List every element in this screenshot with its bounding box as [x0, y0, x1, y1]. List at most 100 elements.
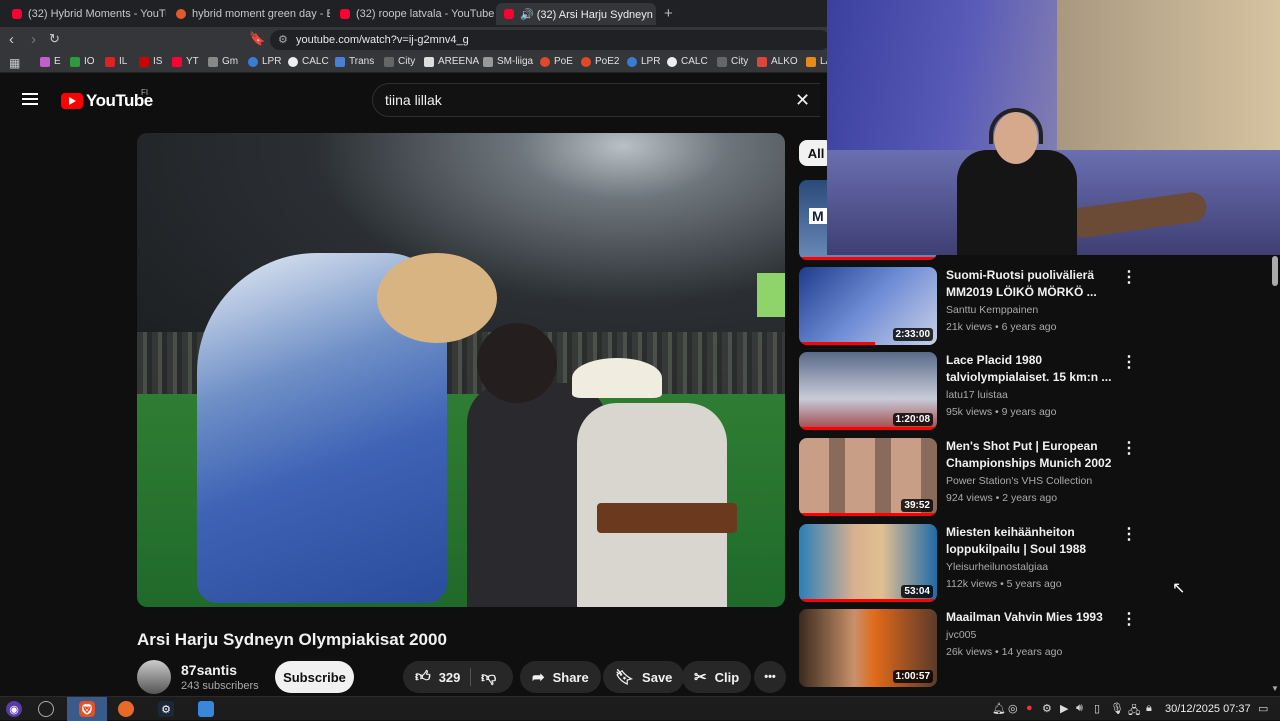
tab-label: (32) Hybrid Moments - YouTube	[28, 8, 166, 20]
bookmark-item[interactable]: AREENA	[424, 56, 479, 67]
recommendation-item[interactable]: 1:00:57 Maailman Vahvin Mies 1993 jvc005…	[799, 609, 1179, 691]
bookmark-item[interactable]: LPR	[627, 56, 660, 67]
apps-grid-icon[interactable]: ▦	[9, 56, 20, 70]
media-play-icon[interactable]: ▶	[1060, 702, 1068, 715]
video-title[interactable]: Maailman Vahvin Mies 1993	[946, 609, 1116, 626]
channel-name[interactable]: Yleisurheilunostalgiaa	[946, 561, 1048, 573]
brave-browser-icon[interactable]: 🦁︎	[79, 701, 95, 717]
forward-icon[interactable]: ›	[31, 31, 36, 48]
bookmark-item[interactable]: Gm	[208, 56, 238, 67]
page-scrollbar[interactable]	[1270, 255, 1280, 695]
channel-name[interactable]: 87santis	[181, 662, 237, 678]
brave-search-favicon-icon	[176, 9, 186, 19]
firefox-icon[interactable]	[118, 701, 134, 717]
more-vert-icon[interactable]: ⋮	[1121, 524, 1137, 544]
bookmark-item[interactable]: City	[384, 56, 415, 67]
region-code: FI	[141, 88, 149, 97]
lock-icon[interactable]: 🔒︎	[1146, 702, 1152, 715]
site-info-icon[interactable]: ⚙	[278, 33, 288, 46]
channel-name[interactable]: Santtu Kemppainen	[946, 304, 1038, 316]
more-vert-icon[interactable]: ⋮	[1121, 352, 1137, 372]
bookmark-item[interactable]: PoE2	[581, 56, 619, 67]
recommendation-item[interactable]: 39:52 Men's Shot Put | European Champion…	[799, 438, 1179, 520]
scrollbar-thumb[interactable]	[1272, 256, 1278, 286]
reload-icon[interactable]: ↻	[49, 31, 60, 47]
bookmark-page-icon[interactable]: 🔖	[249, 31, 265, 47]
microphone-icon[interactable]: 🎙︎	[1110, 702, 1124, 715]
video-meta: 112k views • 5 years ago	[946, 578, 1062, 590]
video-title[interactable]: Lace Placid 1980 talviolympialaiset. 15 …	[946, 352, 1116, 386]
video-duration: 53:04	[901, 585, 933, 598]
show-desktop-icon[interactable]: ▭	[1258, 702, 1268, 715]
bookmark-item[interactable]: IS	[139, 56, 162, 67]
bookmark-item[interactable]: SM-liiga	[483, 56, 533, 67]
bookmark-item[interactable]: ALKO	[757, 56, 798, 67]
search-input[interactable]: tiina lillak	[385, 92, 442, 108]
clipboard-icon[interactable]: ▯	[1094, 702, 1100, 715]
video-title[interactable]: Suomi-Ruotsi puolivälierä MM2019 LÖIKÖ M…	[946, 267, 1116, 301]
hamburger-menu-icon[interactable]	[22, 93, 38, 105]
channel-name[interactable]: latu17 luistaa	[946, 389, 1008, 401]
bookmark-item[interactable]: City	[717, 56, 748, 67]
steam-tray-icon[interactable]: ⚙	[1042, 702, 1052, 715]
clock-app-icon[interactable]	[38, 701, 54, 717]
more-vert-icon[interactable]: ⋮	[1121, 267, 1137, 287]
notification-bell-icon[interactable]: 🔔︎	[992, 702, 1006, 715]
bookmark-item[interactable]: CALC	[288, 56, 329, 67]
browser-tab-active[interactable]: 🔊 (32) Arsi Harju Sydneyn O ✕	[496, 3, 656, 25]
bookmark-item[interactable]: LPR	[248, 56, 281, 67]
thumbs-down-icon[interactable]: 👎︎	[481, 669, 496, 687]
browser-tab[interactable]: hybrid moment green day - Bra	[168, 3, 330, 25]
video-thumbnail[interactable]: 1:20:08	[799, 352, 937, 430]
video-thumbnail[interactable]: 53:04	[799, 524, 937, 602]
new-tab-button[interactable]: +	[664, 5, 673, 22]
volume-icon[interactable]: 🔊︎	[1076, 702, 1083, 715]
youtube-logo[interactable]: YouTube FI	[61, 88, 153, 111]
file-manager-icon[interactable]	[198, 701, 214, 717]
record-icon[interactable]: ●	[1026, 702, 1033, 714]
bookmark-item[interactable]: E	[40, 56, 61, 67]
share-button[interactable]: ➦ Share	[520, 661, 601, 693]
video-thumbnail[interactable]: 39:52	[799, 438, 937, 516]
mouse-cursor-icon: ↖	[1172, 580, 1186, 597]
recommendation-item[interactable]: 1:20:08 Lace Placid 1980 talviolympialai…	[799, 352, 1179, 434]
bookmark-item[interactable]: YT	[172, 56, 199, 67]
subscribe-button[interactable]: Subscribe	[275, 661, 354, 693]
browser-tab[interactable]: (32) Hybrid Moments - YouTube	[4, 3, 166, 25]
more-vert-icon[interactable]: ⋮	[1121, 438, 1137, 458]
omnibox[interactable]: ⚙ youtube.com/watch?v=ij-g2mnv4_g	[270, 30, 830, 50]
video-thumbnail[interactable]: 1:00:57	[799, 609, 937, 687]
clear-search-icon[interactable]: ✕	[795, 90, 810, 111]
watched-progress-bar	[799, 427, 937, 430]
bookmark-item[interactable]: IO	[70, 56, 95, 67]
video-thumbnail[interactable]: 2:33:00	[799, 267, 937, 345]
search-box[interactable]: tiina lillak ✕	[372, 83, 820, 117]
video-title[interactable]: Men's Shot Put | European Championships …	[946, 438, 1116, 472]
browser-tab[interactable]: (32) roope latvala - YouTube	[332, 3, 494, 25]
obs-icon[interactable]: ◎	[1008, 702, 1018, 715]
more-actions-button[interactable]: •••	[754, 661, 786, 693]
save-button[interactable]: 🔖︎ Save	[603, 661, 685, 693]
start-menu-icon[interactable]: ◉	[6, 701, 22, 717]
more-vert-icon[interactable]: ⋮	[1121, 609, 1137, 629]
steam-icon[interactable]: ⚙	[158, 701, 174, 717]
video-player[interactable]	[137, 133, 785, 607]
recommendation-item[interactable]: 2:33:00 Suomi-Ruotsi puolivälierä MM2019…	[799, 267, 1179, 349]
video-title[interactable]: Miesten keihäänheiton loppukilpailu | So…	[946, 524, 1116, 558]
channel-avatar[interactable]	[137, 660, 171, 694]
bookmark-item[interactable]: PoE	[540, 56, 573, 67]
youtube-favicon-icon	[340, 9, 350, 19]
back-icon[interactable]: ‹	[9, 31, 14, 48]
like-count[interactable]: 329	[439, 670, 461, 685]
channel-name[interactable]: jvc005	[946, 629, 976, 641]
bookmark-item[interactable]: CALC	[667, 56, 708, 67]
bookmark-item[interactable]: IL	[105, 56, 127, 67]
bookmark-item[interactable]: Trans	[335, 56, 374, 67]
channel-name[interactable]: Power Station's VHS Collection	[946, 475, 1092, 487]
network-icon[interactable]: 🖧︎	[1128, 702, 1140, 721]
thumbs-up-icon[interactable]: 👍︎	[415, 668, 431, 686]
scroll-down-arrow-icon[interactable]: ▼	[1271, 684, 1279, 693]
clip-button[interactable]: ✂ Clip	[682, 661, 752, 693]
system-clock[interactable]: 30/12/2025 07:37	[1165, 703, 1251, 715]
recommendation-item[interactable]: 53:04 Miesten keihäänheiton loppukilpail…	[799, 524, 1179, 606]
